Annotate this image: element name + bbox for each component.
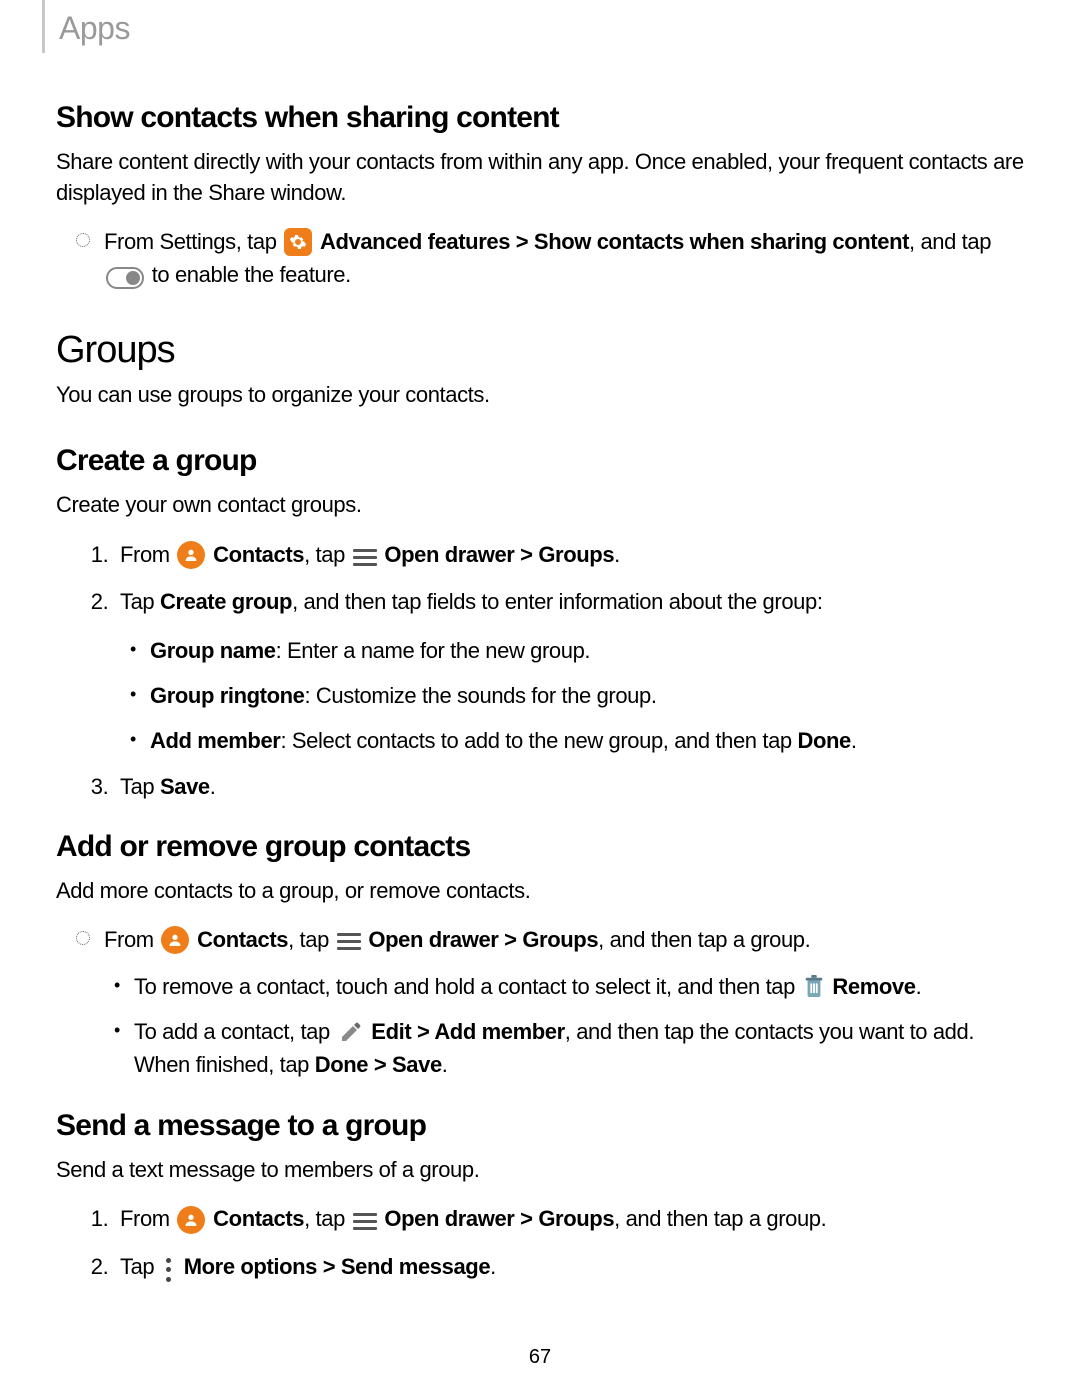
bullet-add-member: Add member: Select contacts to add to th… bbox=[150, 724, 1024, 757]
contacts-icon bbox=[177, 541, 205, 569]
breadcrumb: Apps bbox=[42, 0, 1024, 53]
bullet-remove-contact: To remove a contact, touch and hold a co… bbox=[134, 970, 1024, 1003]
toggle-icon bbox=[106, 267, 144, 289]
send-step-2: Tap More options > Send message. bbox=[114, 1249, 1024, 1284]
create-step-2: Tap Create group, and then tap fields to… bbox=[114, 584, 1024, 756]
page-number: 67 bbox=[0, 1346, 1080, 1369]
create-step-3: Tap Save. bbox=[114, 769, 1024, 804]
bullet-group-name: Group name: Enter a name for the new gro… bbox=[150, 634, 1024, 667]
intro-groups: You can use groups to organize your cont… bbox=[56, 380, 1024, 411]
contacts-icon bbox=[161, 926, 189, 954]
step-settings: From Settings, tap Advanced features > S… bbox=[104, 225, 1024, 291]
send-step-1: From Contacts, tap Open drawer > Groups,… bbox=[114, 1201, 1024, 1236]
drawer-icon bbox=[353, 1213, 377, 1230]
intro-show-contacts: Share content directly with your contact… bbox=[56, 147, 1024, 209]
bullet-add-contact: To add a contact, tap Edit > Add member,… bbox=[134, 1015, 1024, 1081]
intro-add-remove: Add more contacts to a group, or remove … bbox=[56, 876, 1024, 907]
trash-icon bbox=[803, 973, 825, 999]
create-step-1: From Contacts, tap Open drawer > Groups. bbox=[114, 537, 1024, 572]
drawer-icon bbox=[337, 933, 361, 950]
edit-icon bbox=[338, 1019, 364, 1045]
settings-icon bbox=[284, 228, 312, 256]
drawer-icon bbox=[353, 549, 377, 566]
more-options-icon bbox=[164, 1258, 174, 1282]
heading-show-contacts: Show contacts when sharing content bbox=[56, 101, 1024, 135]
intro-create-group: Create your own contact groups. bbox=[56, 490, 1024, 521]
heading-add-remove: Add or remove group contacts bbox=[56, 830, 1024, 864]
heading-create-group: Create a group bbox=[56, 444, 1024, 478]
add-remove-step: From Contacts, tap Open drawer > Groups,… bbox=[104, 923, 1024, 1081]
heading-groups: Groups bbox=[56, 329, 1024, 372]
bullet-group-ringtone: Group ringtone: Customize the sounds for… bbox=[150, 679, 1024, 712]
heading-send-message: Send a message to a group bbox=[56, 1109, 1024, 1143]
contacts-icon bbox=[177, 1206, 205, 1234]
intro-send-message: Send a text message to members of a grou… bbox=[56, 1155, 1024, 1186]
